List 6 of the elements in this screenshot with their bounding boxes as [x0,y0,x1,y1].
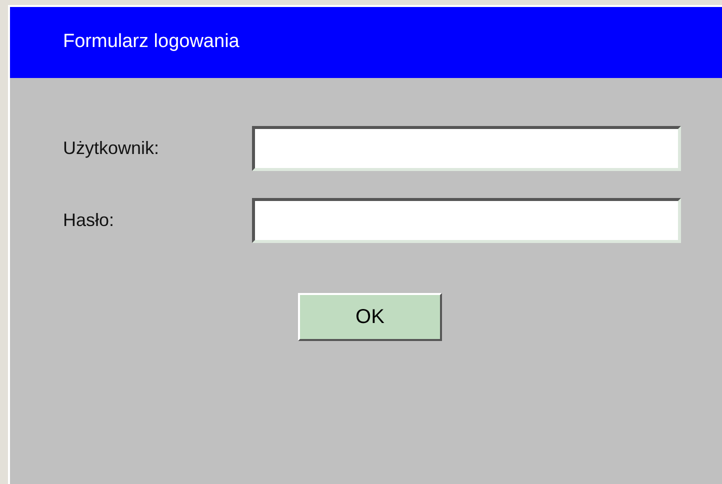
window-title: Formularz logowania [63,30,240,54]
ok-button[interactable]: OK [298,293,442,341]
field-label: Hasło: [62,209,116,232]
input-field[interactable] [252,198,681,243]
input-field[interactable] [252,126,681,171]
field-label: Użytkownik: [62,137,160,160]
